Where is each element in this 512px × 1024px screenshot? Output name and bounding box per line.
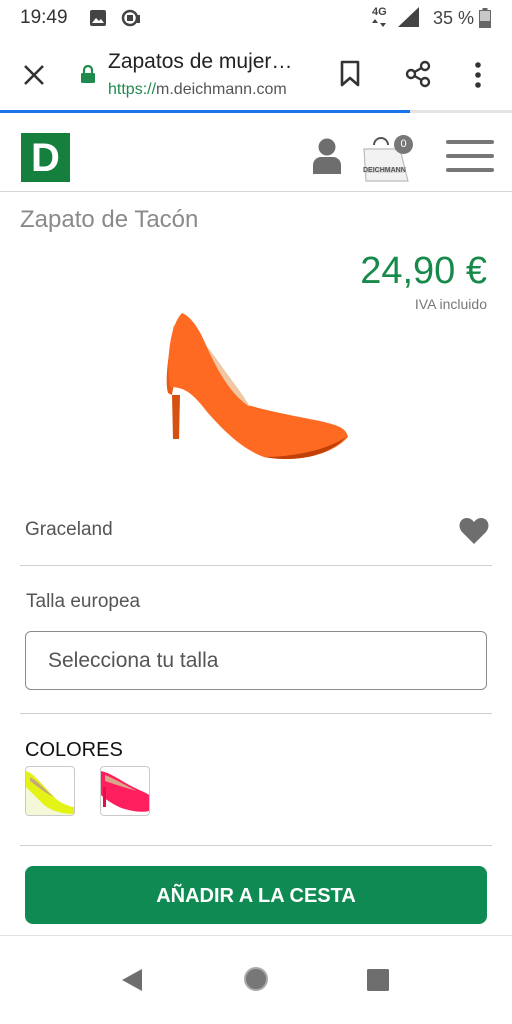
color-swatch-pink[interactable] <box>100 766 150 816</box>
account-icon[interactable] <box>312 137 342 175</box>
wishlist-heart-icon[interactable] <box>459 517 489 545</box>
battery-icon <box>479 8 491 28</box>
battery-percentage: 35 % <box>433 8 475 28</box>
size-select[interactable]: Selecciona tu talla <box>25 631 487 690</box>
image-notification-icon <box>90 10 106 26</box>
secure-lock-icon[interactable] <box>80 64 96 84</box>
page-url[interactable]: https://m.deichmann.com <box>108 81 287 99</box>
brand-name[interactable]: Graceland <box>25 519 113 541</box>
cart-count-badge: 0 <box>394 135 413 154</box>
product-image[interactable] <box>150 305 360 465</box>
browser-toolbar: Zapatos de mujer… https://m.deichmann.co… <box>0 36 512 112</box>
bookmark-icon[interactable] <box>339 60 361 88</box>
cart-button[interactable]: DEICHMANN 0 <box>360 133 413 185</box>
signal-icon <box>398 7 419 27</box>
status-time: 19:49 <box>20 7 68 28</box>
status-bar: 19:49 4G 35 % <box>0 0 512 36</box>
add-to-cart-button[interactable]: AÑADIR A LA CESTA <box>25 866 487 924</box>
size-label: Talla europea <box>26 591 141 612</box>
site-header: D DEICHMANN 0 <box>0 113 512 192</box>
back-icon[interactable] <box>120 967 144 993</box>
recent-apps-icon[interactable] <box>367 969 389 991</box>
product-title: Zapato de Tacón <box>20 206 199 233</box>
data-arrows-icon <box>372 19 386 27</box>
deichmann-logo[interactable]: D <box>21 133 70 182</box>
system-navigation-bar <box>0 936 512 1024</box>
page-title[interactable]: Zapatos de mujer… <box>108 50 292 74</box>
network-type-label: 4G <box>372 6 387 18</box>
home-icon[interactable] <box>242 965 270 993</box>
pink-heel-thumbnail-icon <box>101 771 149 812</box>
divider <box>20 565 492 566</box>
colors-label: COLORES <box>25 739 123 761</box>
divider <box>20 713 492 714</box>
color-swatch-yellow[interactable] <box>25 766 75 816</box>
size-select-placeholder: Selecciona tu talla <box>48 649 219 672</box>
product-price: 24,90 € <box>360 250 487 292</box>
hamburger-menu-icon[interactable] <box>446 137 494 175</box>
url-scheme: https:// <box>108 81 157 98</box>
cart-bag-brand-text: DEICHMANN <box>363 167 406 174</box>
url-host: m.deichmann.com <box>156 81 287 98</box>
yellow-heel-thumbnail-icon <box>26 771 74 815</box>
sync-notification-icon <box>121 9 140 27</box>
close-tab-icon[interactable] <box>22 63 46 87</box>
divider <box>20 845 492 846</box>
share-icon[interactable] <box>404 60 432 88</box>
more-options-icon[interactable] <box>472 61 484 89</box>
vat-note: IVA incluido <box>414 296 487 312</box>
